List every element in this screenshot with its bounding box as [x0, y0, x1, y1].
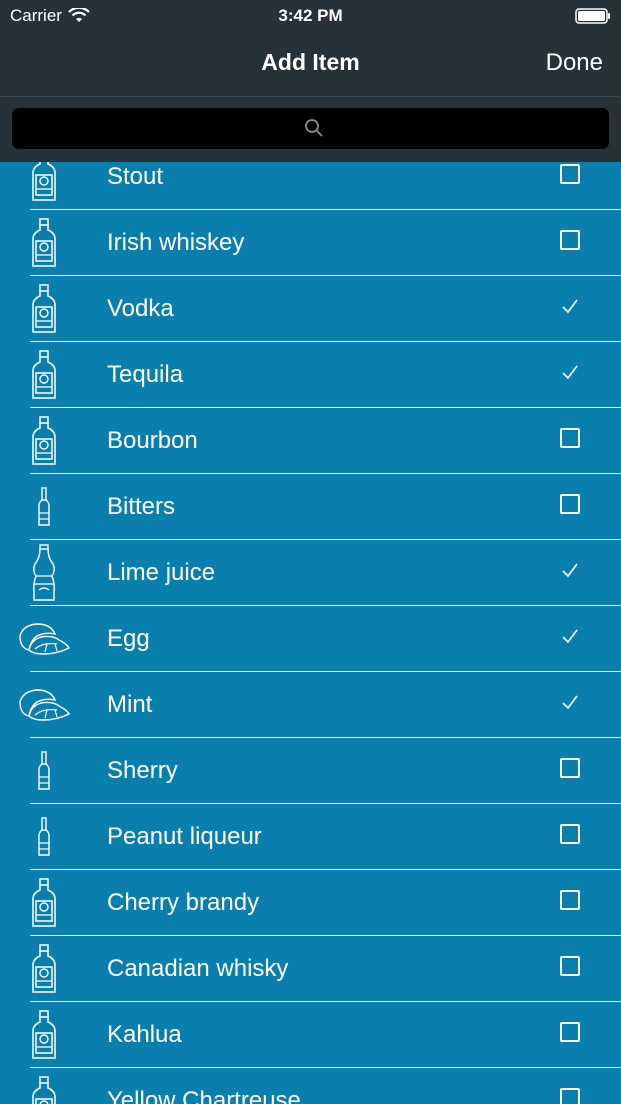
list-item[interactable]: Yellow Chartreuse [30, 1068, 621, 1104]
item-label: Tequila [107, 361, 184, 388]
bottle-icon [20, 1008, 68, 1062]
item-label: Kahlua [107, 1021, 182, 1048]
status-bar: Carrier 3:42 PM [0, 0, 621, 32]
checkmark-icon[interactable] [558, 294, 582, 318]
checkbox-icon[interactable] [558, 228, 582, 252]
status-time: 3:42 PM [278, 6, 343, 25]
list-item[interactable]: Bourbon [30, 408, 621, 474]
ingredient-list[interactable]: Stout Irish whiskey Vodka Tequila Bourbo… [0, 162, 621, 1104]
list-item[interactable]: Tequila [30, 342, 621, 408]
item-label: Cherry brandy [107, 889, 260, 916]
checkbox-icon[interactable] [558, 822, 582, 846]
lemon-slice-icon [12, 678, 76, 732]
checkmark-icon[interactable] [558, 558, 582, 582]
checkmark-icon[interactable] [558, 690, 582, 714]
checkbox-icon[interactable] [558, 756, 582, 780]
bottle-icon [20, 414, 68, 468]
bottle-icon [20, 876, 68, 930]
soda-bottle-icon [20, 544, 68, 601]
list-item[interactable]: Kahlua [30, 1002, 621, 1068]
checkbox-icon[interactable] [558, 1086, 582, 1104]
item-label: Yellow Chartreuse [107, 1087, 301, 1104]
checkbox-icon[interactable] [558, 162, 582, 186]
checkbox-icon[interactable] [558, 954, 582, 978]
item-label: Sherry [107, 757, 178, 784]
item-label: Bitters [107, 493, 176, 520]
bitters-bottle-icon [20, 810, 68, 864]
list-item[interactable]: Sherry [30, 738, 621, 804]
list-item[interactable]: Irish whiskey [30, 210, 621, 276]
navigation-bar: Add Item Done [0, 32, 621, 97]
bottle-icon [20, 1074, 68, 1104]
checkbox-icon[interactable] [558, 492, 582, 516]
bottle-icon [20, 942, 68, 996]
item-label: Canadian whisky [107, 955, 289, 982]
item-label: Mint [107, 691, 153, 718]
list-item[interactable]: Canadian whisky [30, 936, 621, 1002]
item-label: Vodka [107, 295, 174, 322]
list-item[interactable]: Cherry brandy [30, 870, 621, 936]
checkbox-icon[interactable] [558, 426, 582, 450]
search-icon [305, 119, 323, 137]
list-item[interactable]: Peanut liqueur [30, 804, 621, 870]
item-label: Bourbon [107, 427, 198, 454]
search-bar [0, 97, 621, 162]
list-item[interactable]: Mint [19, 672, 621, 738]
item-label: Irish whiskey [107, 229, 245, 256]
item-label: Lime juice [107, 559, 216, 586]
battery-icon [575, 8, 610, 24]
checkmark-icon[interactable] [558, 624, 582, 648]
bottle-icon [20, 348, 68, 402]
bottle-icon [20, 216, 68, 270]
bottle-icon [20, 162, 68, 204]
list-item[interactable]: Egg [19, 606, 621, 672]
bitters-bottle-icon [20, 744, 68, 798]
bitters-bottle-icon [20, 480, 68, 534]
checkbox-icon[interactable] [558, 888, 582, 912]
list-item[interactable]: Lime juice [30, 540, 621, 606]
list-item[interactable]: Bitters [30, 474, 621, 540]
item-label: Peanut liqueur [107, 823, 262, 850]
checkmark-icon[interactable] [558, 360, 582, 384]
item-label: Egg [107, 625, 150, 652]
list-item[interactable]: Stout [30, 162, 621, 210]
checkbox-icon[interactable] [558, 1020, 582, 1044]
item-label: Stout [107, 163, 164, 190]
page-title: Add Item [261, 49, 360, 75]
bottle-icon [20, 282, 68, 336]
search-input[interactable] [12, 108, 609, 149]
lemon-slice-icon [12, 612, 76, 666]
list-item[interactable]: Vodka [30, 276, 621, 342]
done-button[interactable]: Done [546, 49, 603, 77]
